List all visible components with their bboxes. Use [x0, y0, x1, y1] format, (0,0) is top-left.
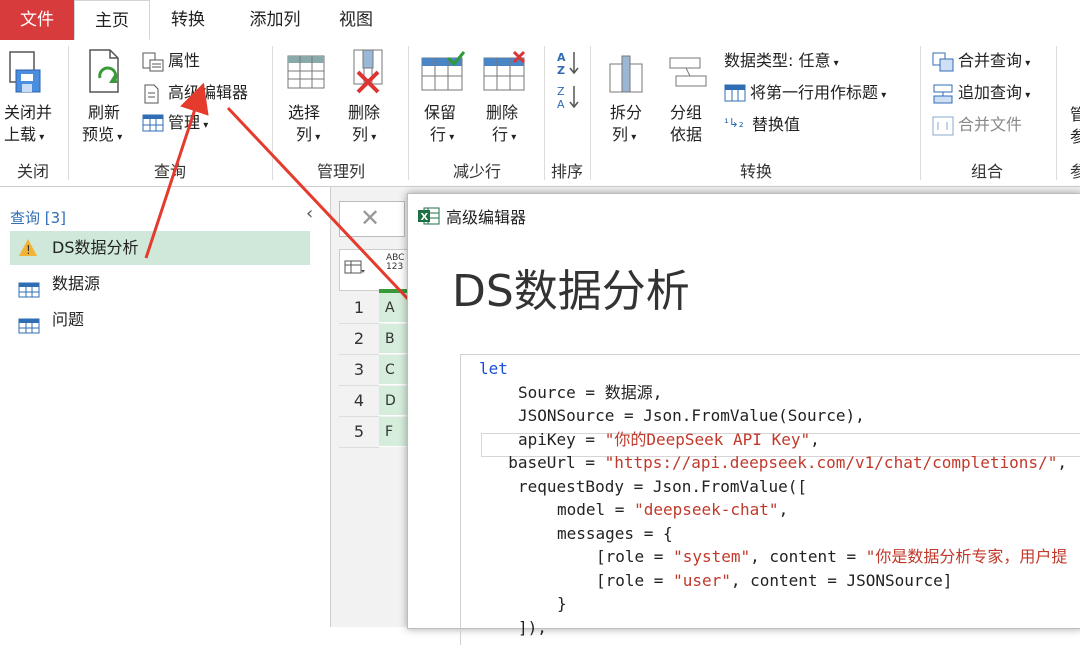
code-text: apiKey =: [518, 429, 605, 449]
code-line: baseUrl = "https://api.deepseek.com/v1/c…: [508, 451, 1067, 474]
code-line: }: [557, 592, 567, 615]
excel-icon: X: [418, 207, 440, 225]
code-text: baseUrl =: [508, 453, 605, 472]
code-text: requestBody = Json.FromValue([: [518, 476, 807, 496]
code-text: Source = 数据源,: [518, 382, 663, 402]
code-text: }: [557, 594, 567, 613]
dialog-title: 高级编辑器: [446, 208, 527, 227]
code-line: JSONSource = Json.FromValue(Source),: [518, 404, 865, 427]
code-line: Source = 数据源,: [518, 381, 662, 404]
code-line: model = "deepseek-chat",: [557, 498, 788, 521]
code-line: [role = "user", content = JSONSource]: [596, 569, 952, 592]
query-name-heading: DS数据分析: [452, 266, 690, 317]
code-editor[interactable]: let Source = 数据源, JSONSource = Json.FromVa…: [460, 354, 1080, 645]
code-string: "deepseek-chat": [634, 500, 779, 519]
code-line: [role = "system", content = "你是数据分析专家，用户…: [596, 545, 1067, 568]
annotation-arrow: [144, 82, 209, 259]
code-text: model =: [557, 500, 635, 519]
svg-text:X: X: [421, 212, 429, 223]
code-line: requestBody = Json.FromValue([: [518, 475, 807, 498]
code-line: messages = {: [557, 522, 673, 545]
code-text: , content = JSONSource]: [730, 570, 953, 590]
code-string: "你是数据分析专家，用户提: [865, 547, 1068, 566]
code-text: ]),: [518, 617, 547, 637]
code-text: , content =: [750, 547, 866, 566]
code-line: apiKey = "你的DeepSeek API Key",: [518, 428, 820, 451]
code-line: let: [479, 357, 508, 380]
code-text: [role =: [596, 547, 674, 566]
code-string: "user": [673, 570, 731, 590]
code-text: JSONSource = Json.FromValue(Source),: [518, 406, 865, 425]
code-text: ,: [1057, 453, 1067, 472]
code-text: ,: [778, 500, 789, 519]
code-keyword: let: [479, 359, 508, 378]
code-text: ,: [810, 429, 820, 449]
code-string: "你的DeepSeek API Key": [604, 429, 811, 449]
advanced-editor-dialog: X 高级编辑器 DS数据分析 let Source = 数据源, JSONSourc…: [407, 193, 1080, 645]
code-line: ]),: [518, 616, 547, 639]
code-string: "https://api.deepseek.com/v1/chat/comple…: [604, 453, 1058, 472]
code-text: messages = {: [557, 523, 673, 543]
code-text: [role =: [596, 570, 674, 590]
code-string: "system": [673, 547, 751, 566]
